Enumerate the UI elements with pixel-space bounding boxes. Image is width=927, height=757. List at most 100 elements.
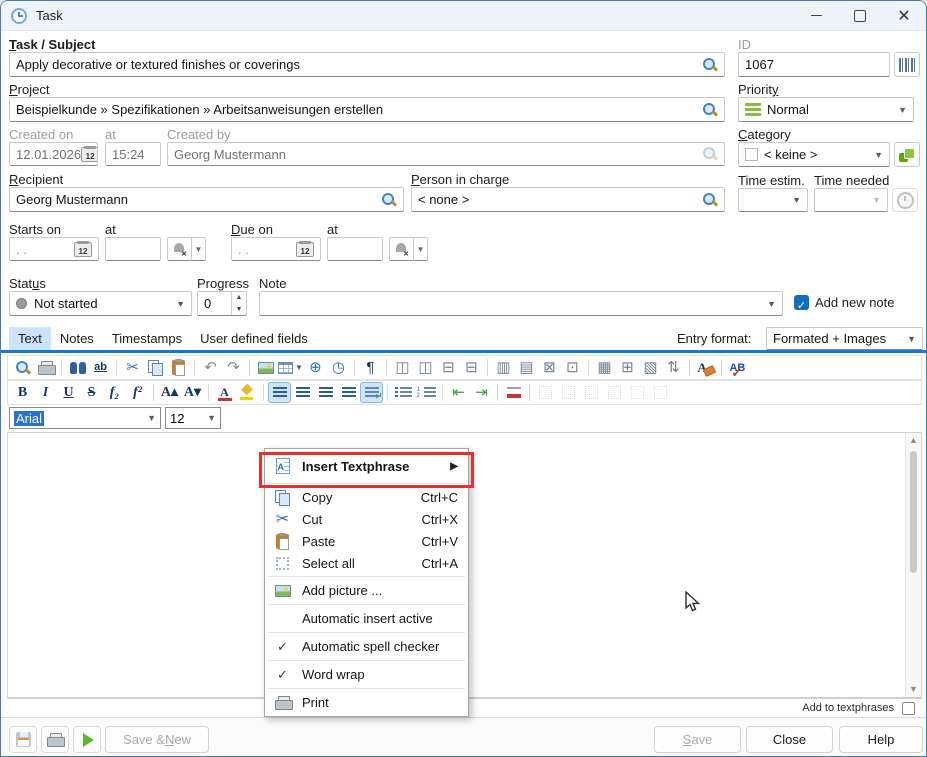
progress-up-icon[interactable]: ▲ [232, 292, 246, 304]
insert-table-icon[interactable]: ▼ [277, 357, 304, 378]
add-to-textphrases-checkbox[interactable] [902, 702, 915, 715]
borders-outer-icon[interactable]: ▧ [639, 357, 662, 378]
start-button[interactable] [73, 726, 101, 753]
cell-format-icon[interactable]: ⊡ [561, 357, 584, 378]
print-task-button[interactable] [41, 726, 69, 753]
save-and-new-button[interactable]: Save & New [105, 726, 209, 753]
priority-select[interactable]: Normal ▼ [738, 97, 914, 122]
cut-icon[interactable]: ✂ [121, 357, 144, 378]
tab-text[interactable]: Text [9, 327, 51, 350]
insert-column-right-icon[interactable]: ◫ [414, 357, 437, 378]
status-select[interactable]: Not started ▼ [9, 291, 192, 316]
insert-column-left-icon[interactable]: ◫ [391, 357, 414, 378]
highlight-icon[interactable] [236, 382, 259, 403]
superscript-icon[interactable]: f² [126, 382, 149, 403]
word-wrap-format-icon[interactable] [360, 382, 383, 403]
editor-scrollbar[interactable]: ▲ ▼ [905, 433, 921, 697]
delete-cell-icon[interactable]: ⊠ [538, 357, 561, 378]
remove-format-icon[interactable] [694, 357, 717, 378]
project-input[interactable]: Beispielkunde » Spezifikationen » Arbeit… [9, 97, 725, 122]
starts-on-input[interactable]: . . [9, 237, 99, 261]
barcode-button[interactable] [894, 52, 920, 77]
subscript-icon[interactable]: f₂ [103, 382, 126, 403]
align-center-icon[interactable] [291, 382, 314, 403]
print-icon[interactable] [34, 357, 57, 378]
menu-item-automatic-insert-active[interactable]: Automatic insert active [265, 607, 468, 630]
insert-image-icon[interactable] [254, 357, 277, 378]
tab-user-defined-fields[interactable]: User defined fields [191, 327, 317, 350]
tab-timestamps[interactable]: Timestamps [103, 327, 191, 350]
insert-hyperlink-icon[interactable]: ⊕ [304, 357, 327, 378]
delete-column-icon[interactable]: ▥ [492, 357, 515, 378]
menu-item-add-picture[interactable]: Add picture ... [265, 579, 468, 602]
save-icon-button[interactable] [9, 726, 37, 753]
zoom-icon[interactable] [11, 357, 34, 378]
person-in-charge-input[interactable]: < none > [411, 187, 725, 212]
starts-reminder-button[interactable]: ▼ [167, 237, 206, 261]
borders-inner-icon[interactable]: ⊞ [616, 357, 639, 378]
entry-format-select[interactable]: Formated + Images ▼ [766, 327, 923, 350]
justify-icon[interactable] [337, 382, 360, 403]
scrollbar-thumb[interactable] [910, 451, 917, 573]
copy-icon[interactable] [144, 357, 167, 378]
underline-icon[interactable]: U [57, 382, 80, 403]
paragraph-marks-icon[interactable]: ¶ [359, 357, 382, 378]
help-button[interactable]: Help [839, 726, 923, 753]
recipient-search-icon[interactable] [381, 192, 397, 208]
reminder-dropdown-icon[interactable]: ▼ [192, 237, 206, 261]
menu-item-insert-textphrase[interactable]: Insert Textphrase ▶ [265, 451, 468, 481]
insert-row-below-icon[interactable]: ⊟ [460, 357, 483, 378]
time-estim-select[interactable]: ▼ [738, 188, 808, 212]
font-name-combobox[interactable]: Arial ▼ [9, 407, 161, 429]
minimize-button[interactable] [794, 1, 838, 31]
task-subject-input[interactable]: Apply decorative or textured finishes or… [9, 52, 725, 77]
note-combobox[interactable]: ▼ [259, 291, 783, 316]
font-size-combobox[interactable]: 12 ▼ [165, 407, 221, 429]
reminder-dropdown-icon[interactable]: ▼ [414, 237, 428, 261]
progress-spinner[interactable]: 0 ▲ ▼ [197, 291, 247, 316]
menu-item-paste[interactable]: Paste Ctrl+V [265, 530, 468, 552]
align-right-icon[interactable] [314, 382, 337, 403]
menu-item-copy[interactable]: Copy Ctrl+C [265, 486, 468, 508]
redo-icon[interactable]: ↷ [222, 357, 245, 378]
italic-icon[interactable]: I [34, 382, 57, 403]
due-on-input[interactable]: . . [231, 237, 321, 261]
calendar-icon[interactable] [74, 242, 92, 257]
menu-item-print[interactable]: Print [265, 691, 468, 714]
add-new-note-checkbox[interactable] [794, 295, 809, 310]
maximize-button[interactable] [838, 1, 882, 31]
due-at-input[interactable] [327, 237, 383, 261]
menu-item-word-wrap[interactable]: ✓ Word wrap [265, 663, 468, 686]
spellcheck-icon[interactable] [726, 357, 749, 378]
outdent-icon[interactable]: ⇤ [447, 382, 470, 403]
scroll-down-icon[interactable]: ▼ [906, 682, 921, 697]
insert-row-above-icon[interactable]: ⊟ [437, 357, 460, 378]
sort-icon[interactable]: ⇅ [662, 357, 685, 378]
grow-font-icon[interactable]: A▴ [158, 382, 181, 403]
strikethrough-icon[interactable]: S [80, 382, 103, 403]
edit-categories-button[interactable] [894, 142, 920, 167]
shrink-font-icon[interactable]: A▾ [181, 382, 204, 403]
replace-icon[interactable]: ab [89, 357, 112, 378]
bullet-list-icon[interactable] [392, 382, 415, 403]
id-input[interactable]: 1067 [738, 52, 890, 77]
numbered-list-icon[interactable] [415, 382, 438, 403]
recipient-input[interactable]: Georg Mustermann [9, 187, 404, 212]
menu-item-cut[interactable]: ✂ Cut Ctrl+X [265, 508, 468, 530]
align-left-icon[interactable] [268, 382, 291, 403]
project-search-icon[interactable] [702, 102, 718, 118]
starts-at-input[interactable] [105, 237, 161, 261]
insert-time-icon[interactable]: ◷ [327, 357, 350, 378]
tab-notes[interactable]: Notes [51, 327, 103, 350]
progress-down-icon[interactable]: ▼ [232, 304, 246, 316]
borders-all-icon[interactable]: ▦ [593, 357, 616, 378]
undo-icon[interactable]: ↶ [199, 357, 222, 378]
category-select[interactable]: < keine > ▼ [738, 142, 890, 167]
menu-item-automatic-spell-checker[interactable]: ✓ Automatic spell checker [265, 635, 468, 658]
close-window-button[interactable]: ✕ [882, 1, 926, 31]
find-icon[interactable] [66, 357, 89, 378]
paste-icon[interactable] [167, 357, 190, 378]
subject-search-icon[interactable] [702, 57, 718, 73]
font-color-icon[interactable] [213, 382, 236, 403]
save-button[interactable]: Save [654, 726, 741, 753]
